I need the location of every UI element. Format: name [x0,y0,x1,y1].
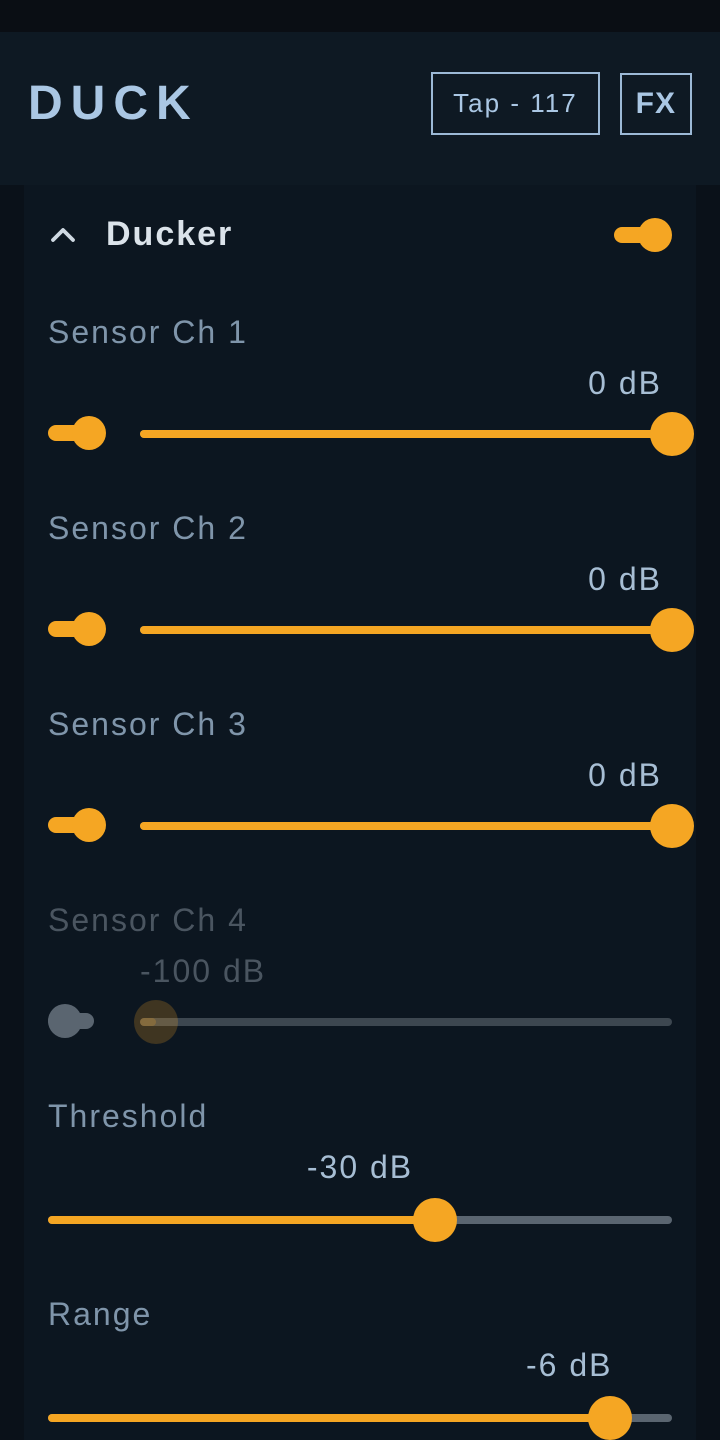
param-label: Sensor Ch 1 [48,314,672,351]
slider-fill [48,1216,435,1224]
sensor-enable-toggle[interactable] [48,1004,106,1038]
param-value: -30 dB [48,1149,672,1186]
sensor-enable-toggle[interactable] [48,416,106,450]
slider-thumb [588,1396,632,1440]
param: Range -6 dB [48,1296,672,1440]
header-buttons: Tap - 117 FX [431,72,692,135]
ducker-enable-toggle[interactable] [614,218,672,252]
ducker-panel: Ducker Sensor Ch 1 0 dB [24,185,696,1440]
slider-track [140,1018,672,1026]
sensor-param: Sensor Ch 3 0 dB [48,706,672,848]
sensor-param: Sensor Ch 2 0 dB [48,510,672,652]
param: Threshold -30 dB [48,1098,672,1242]
slider-fill [48,1414,610,1422]
sensor-param: Sensor Ch 4 -100 dB [48,902,672,1044]
param-label: Range [48,1296,672,1333]
slider-fill [140,430,672,438]
toggle-thumb [72,808,106,842]
param-label: Sensor Ch 4 [48,902,672,939]
panel-header: Ducker [48,215,672,254]
slider-fill [140,822,672,830]
slider-thumb [413,1198,457,1242]
toggle-thumb [72,416,106,450]
param-label: Sensor Ch 3 [48,706,672,743]
sensor-enable-toggle[interactable] [48,808,106,842]
param-value: 0 dB [140,365,672,402]
status-bar [0,0,720,32]
sensor-slider[interactable] [140,608,672,652]
param-label: Sensor Ch 2 [48,510,672,547]
param-label: Threshold [48,1098,672,1135]
sensor-enable-toggle[interactable] [48,612,106,646]
slider-thumb [650,412,694,456]
sensor-param: Sensor Ch 1 0 dB [48,314,672,456]
app-header: DUCK Tap - 117 FX [0,32,720,185]
param-value: -6 dB [48,1347,672,1384]
slider-thumb [134,1000,178,1044]
slider-fill [140,626,672,634]
fx-button[interactable]: FX [620,73,692,135]
panel-header-left[interactable]: Ducker [48,215,233,254]
param-value: 0 dB [140,757,672,794]
chevron-up-icon [48,220,78,250]
param-value: -100 dB [140,953,672,990]
sensor-slider[interactable] [140,804,672,848]
toggle-thumb [72,612,106,646]
toggle-thumb [638,218,672,252]
tap-tempo-button[interactable]: Tap - 117 [431,72,599,135]
toggle-thumb [48,1004,82,1038]
param-value: 0 dB [140,561,672,598]
param-slider[interactable] [48,1198,672,1242]
slider-thumb [650,804,694,848]
page-title: DUCK [28,76,199,131]
sensor-slider[interactable] [140,412,672,456]
param-slider[interactable] [48,1396,672,1440]
sensor-slider[interactable] [140,1000,672,1044]
panel-title: Ducker [106,215,233,254]
slider-thumb [650,608,694,652]
